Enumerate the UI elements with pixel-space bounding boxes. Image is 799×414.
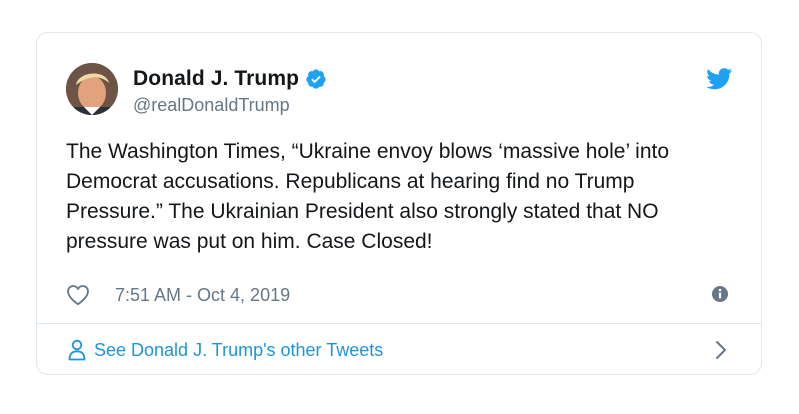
info-icon[interactable] — [711, 285, 729, 303]
author-handle[interactable]: @realDonaldTrump — [133, 95, 290, 116]
tweet-meta-row: 7:51 AM - Oct 4, 2019 — [66, 283, 290, 307]
tweet-card: Donald J. Trump @realDonaldTrump The Was… — [36, 32, 762, 375]
card-divider — [37, 323, 761, 324]
author-display-name[interactable]: Donald J. Trump — [133, 67, 299, 91]
tweet-text: The Washington Times, “Ukraine envoy blo… — [66, 140, 670, 253]
see-other-tweets-link[interactable]: See Donald J. Trump's other Tweets — [68, 336, 383, 364]
tweet-timestamp[interactable]: 7:51 AM - Oct 4, 2019 — [115, 285, 290, 306]
verified-badge-icon — [306, 69, 326, 89]
see-other-tweets-label[interactable]: See Donald J. Trump's other Tweets — [94, 340, 383, 361]
heart-icon[interactable] — [66, 284, 90, 306]
chevron-right-icon[interactable] — [715, 340, 727, 360]
author-name-row: Donald J. Trump — [133, 67, 327, 91]
twitter-bird-icon[interactable] — [706, 68, 733, 90]
person-icon — [68, 339, 86, 361]
avatar[interactable] — [66, 63, 118, 115]
avatar-image — [66, 63, 118, 115]
